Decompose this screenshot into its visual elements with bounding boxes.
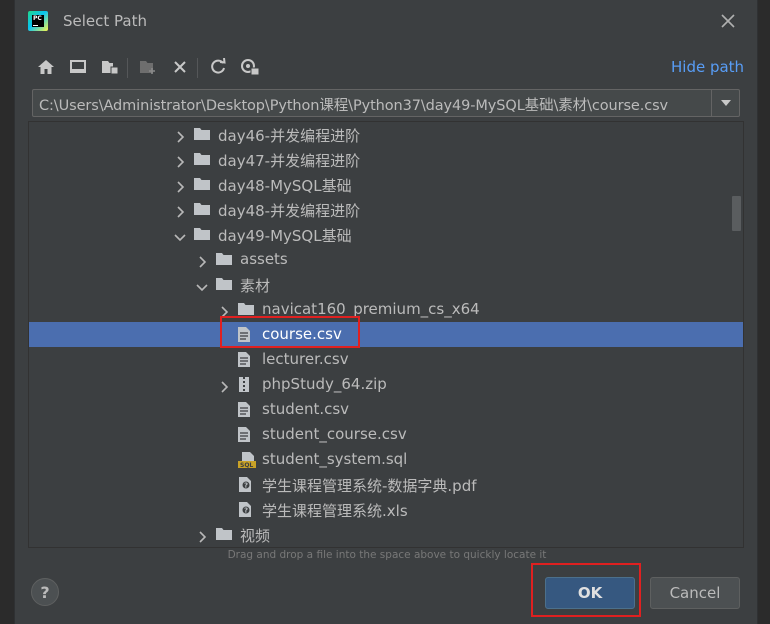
tree-row[interactable]: 视频	[29, 522, 743, 547]
path-dropdown-button[interactable]	[711, 90, 739, 116]
help-label: ?	[40, 582, 50, 602]
file-tree[interactable]: day46-并发编程进阶 day47-并发编程进阶 day48-MySQL基础 day…	[28, 121, 744, 548]
background-window-edge	[0, 0, 14, 624]
toolbar-separator	[127, 58, 128, 78]
folder-icon	[237, 301, 255, 318]
cancel-label: Cancel	[669, 584, 721, 602]
folder-icon	[193, 151, 211, 168]
home-icon[interactable]	[34, 55, 58, 79]
tree-row[interactable]: day48-并发编程进阶	[29, 197, 743, 222]
tree-row-label: day48-MySQL基础	[218, 177, 352, 195]
pycharm-icon: PC	[28, 11, 48, 31]
tree-row-label: 素材	[240, 277, 271, 295]
text-file-icon	[237, 326, 255, 343]
folder-icon	[193, 176, 211, 193]
tree-row-label: course.csv	[262, 325, 342, 343]
archive-icon	[237, 376, 255, 393]
dialog-title: Select Path	[63, 12, 147, 30]
show-hidden-icon[interactable]	[238, 55, 262, 79]
tree-row-label: navicat160_premium_cs_x64	[262, 300, 480, 318]
drag-drop-hint: Drag and drop a file into the space abov…	[227, 549, 547, 561]
tree-row-label: student.csv	[262, 400, 350, 418]
tree-row-label: 视频	[240, 527, 271, 545]
select-path-dialog: PC Select Path Hide path C:\Users\Admini…	[14, 0, 758, 624]
tree-row[interactable]: ? 学生课程管理系统.xls	[29, 497, 743, 522]
tree-row-label: day48-并发编程进阶	[218, 202, 361, 220]
cancel-button[interactable]: Cancel	[650, 577, 740, 609]
tree-row[interactable]: day46-并发编程进阶	[29, 122, 743, 147]
chevron-down-icon[interactable]	[174, 228, 186, 242]
folder-icon	[193, 226, 211, 243]
tree-row-label: day46-并发编程进阶	[218, 127, 361, 145]
folder-icon	[215, 276, 233, 293]
tree-scrollbar[interactable]	[732, 196, 741, 231]
project-folder-icon[interactable]	[98, 55, 122, 79]
sql-file-icon: SQL	[237, 451, 256, 469]
tree-row[interactable]: student_course.csv	[29, 422, 743, 447]
background-window-edge	[758, 0, 770, 624]
chevron-right-icon[interactable]	[196, 528, 208, 543]
path-value[interactable]: C:\Users\Administrator\Desktop\Python课程\…	[39, 94, 668, 115]
tree-row[interactable]: day48-MySQL基础	[29, 172, 743, 197]
tree-row[interactable]: 素材	[29, 272, 743, 297]
svg-text:SQL: SQL	[240, 462, 253, 468]
tree-row[interactable]: assets	[29, 247, 743, 272]
desktop-icon[interactable]	[66, 55, 90, 79]
tree-row-label: day49-MySQL基础	[218, 227, 352, 245]
delete-icon[interactable]	[168, 55, 192, 79]
hide-path-link[interactable]: Hide path	[671, 58, 744, 76]
chevron-right-icon[interactable]	[174, 153, 186, 168]
text-file-icon	[237, 351, 255, 368]
tree-row-label: lecturer.csv	[262, 350, 349, 368]
ok-button[interactable]: OK	[545, 577, 635, 609]
tree-row[interactable]: ? 学生课程管理系统-数据字典.pdf	[29, 472, 743, 497]
toolbar-separator	[197, 58, 198, 78]
app-icon-text: PC	[33, 15, 42, 22]
tree-row-label: phpStudy_64.zip	[262, 375, 387, 393]
tree-row[interactable]: day47-并发编程进阶	[29, 147, 743, 172]
tree-row-label: student_system.sql	[262, 450, 408, 468]
text-file-icon	[237, 426, 255, 443]
screen: PC Select Path Hide path C:\Users\Admini…	[0, 0, 770, 624]
unknown-file-icon: ?	[237, 476, 255, 493]
tree-row[interactable]: course.csv	[29, 322, 743, 347]
folder-icon	[215, 251, 233, 268]
chevron-right-icon[interactable]	[174, 178, 186, 193]
svg-text:?: ?	[244, 482, 248, 490]
close-icon[interactable]	[719, 12, 737, 30]
unknown-file-icon: ?	[237, 501, 255, 518]
tree-row-label: 学生课程管理系统.xls	[262, 502, 408, 520]
chevron-down-icon	[720, 100, 731, 106]
tree-row[interactable]: lecturer.csv	[29, 347, 743, 372]
new-folder-icon[interactable]	[136, 55, 160, 79]
tree-row[interactable]: day49-MySQL基础	[29, 222, 743, 247]
toolbar	[29, 55, 269, 81]
tree-row[interactable]: SQL student_system.sql	[29, 447, 743, 472]
text-file-icon	[237, 401, 255, 418]
chevron-right-icon[interactable]	[174, 203, 186, 218]
chevron-right-icon[interactable]	[218, 303, 230, 318]
tree-row-label: assets	[240, 250, 288, 268]
tree-row-label: student_course.csv	[262, 425, 407, 443]
tree-row[interactable]: phpStudy_64.zip	[29, 372, 743, 397]
help-button[interactable]: ?	[31, 578, 59, 606]
chevron-right-icon[interactable]	[218, 378, 230, 393]
refresh-icon[interactable]	[206, 55, 230, 79]
folder-icon	[215, 526, 233, 543]
chevron-right-icon[interactable]	[174, 128, 186, 143]
svg-text:?: ?	[244, 507, 248, 515]
chevron-down-icon[interactable]	[196, 278, 208, 292]
folder-icon	[193, 126, 211, 143]
tree-row-label: day47-并发编程进阶	[218, 152, 361, 170]
tree-row[interactable]: navicat160_premium_cs_x64	[29, 297, 743, 322]
chevron-right-icon[interactable]	[196, 253, 208, 268]
tree-row[interactable]: student.csv	[29, 397, 743, 422]
folder-icon	[193, 201, 211, 218]
ok-label: OK	[577, 584, 603, 602]
path-input[interactable]: C:\Users\Administrator\Desktop\Python课程\…	[32, 89, 740, 117]
title-bar: PC Select Path	[15, 0, 759, 44]
tree-row-label: 学生课程管理系统-数据字典.pdf	[262, 477, 477, 495]
